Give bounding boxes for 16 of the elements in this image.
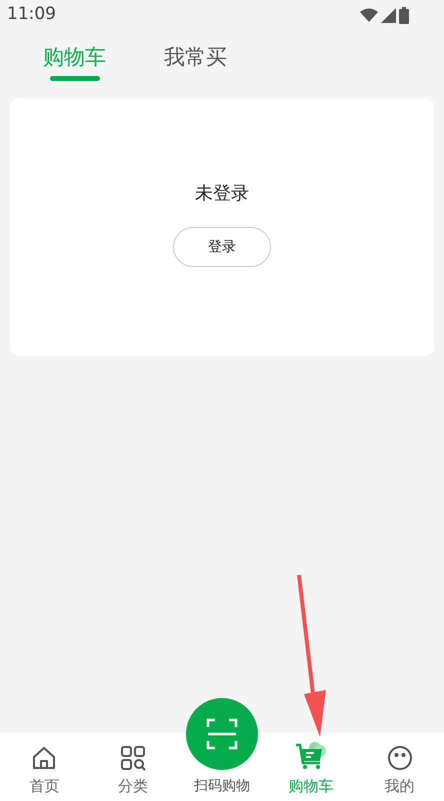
login-button[interactable]: 登录 — [173, 227, 271, 267]
nav-tab[interactable]: 首页 — [0, 744, 89, 797]
nav-tab[interactable]: 我的 — [355, 744, 444, 797]
battery-icon — [399, 6, 409, 24]
tab[interactable]: 我常买 — [164, 42, 227, 82]
cart-icon — [294, 740, 327, 770]
nav-tab[interactable]: 分类 — [88, 744, 178, 797]
nav-tab[interactable]: 购物车 — [266, 740, 356, 797]
wifi-icon — [360, 8, 378, 22]
grid-icon — [120, 744, 146, 770]
home-icon — [31, 744, 58, 770]
signal-icon — [381, 8, 396, 22]
status-time: 11:09 — [7, 3, 56, 26]
not-logged-in-text: 未登录 — [195, 182, 249, 206]
scan-icon — [206, 718, 238, 750]
smiley-icon — [386, 744, 413, 770]
